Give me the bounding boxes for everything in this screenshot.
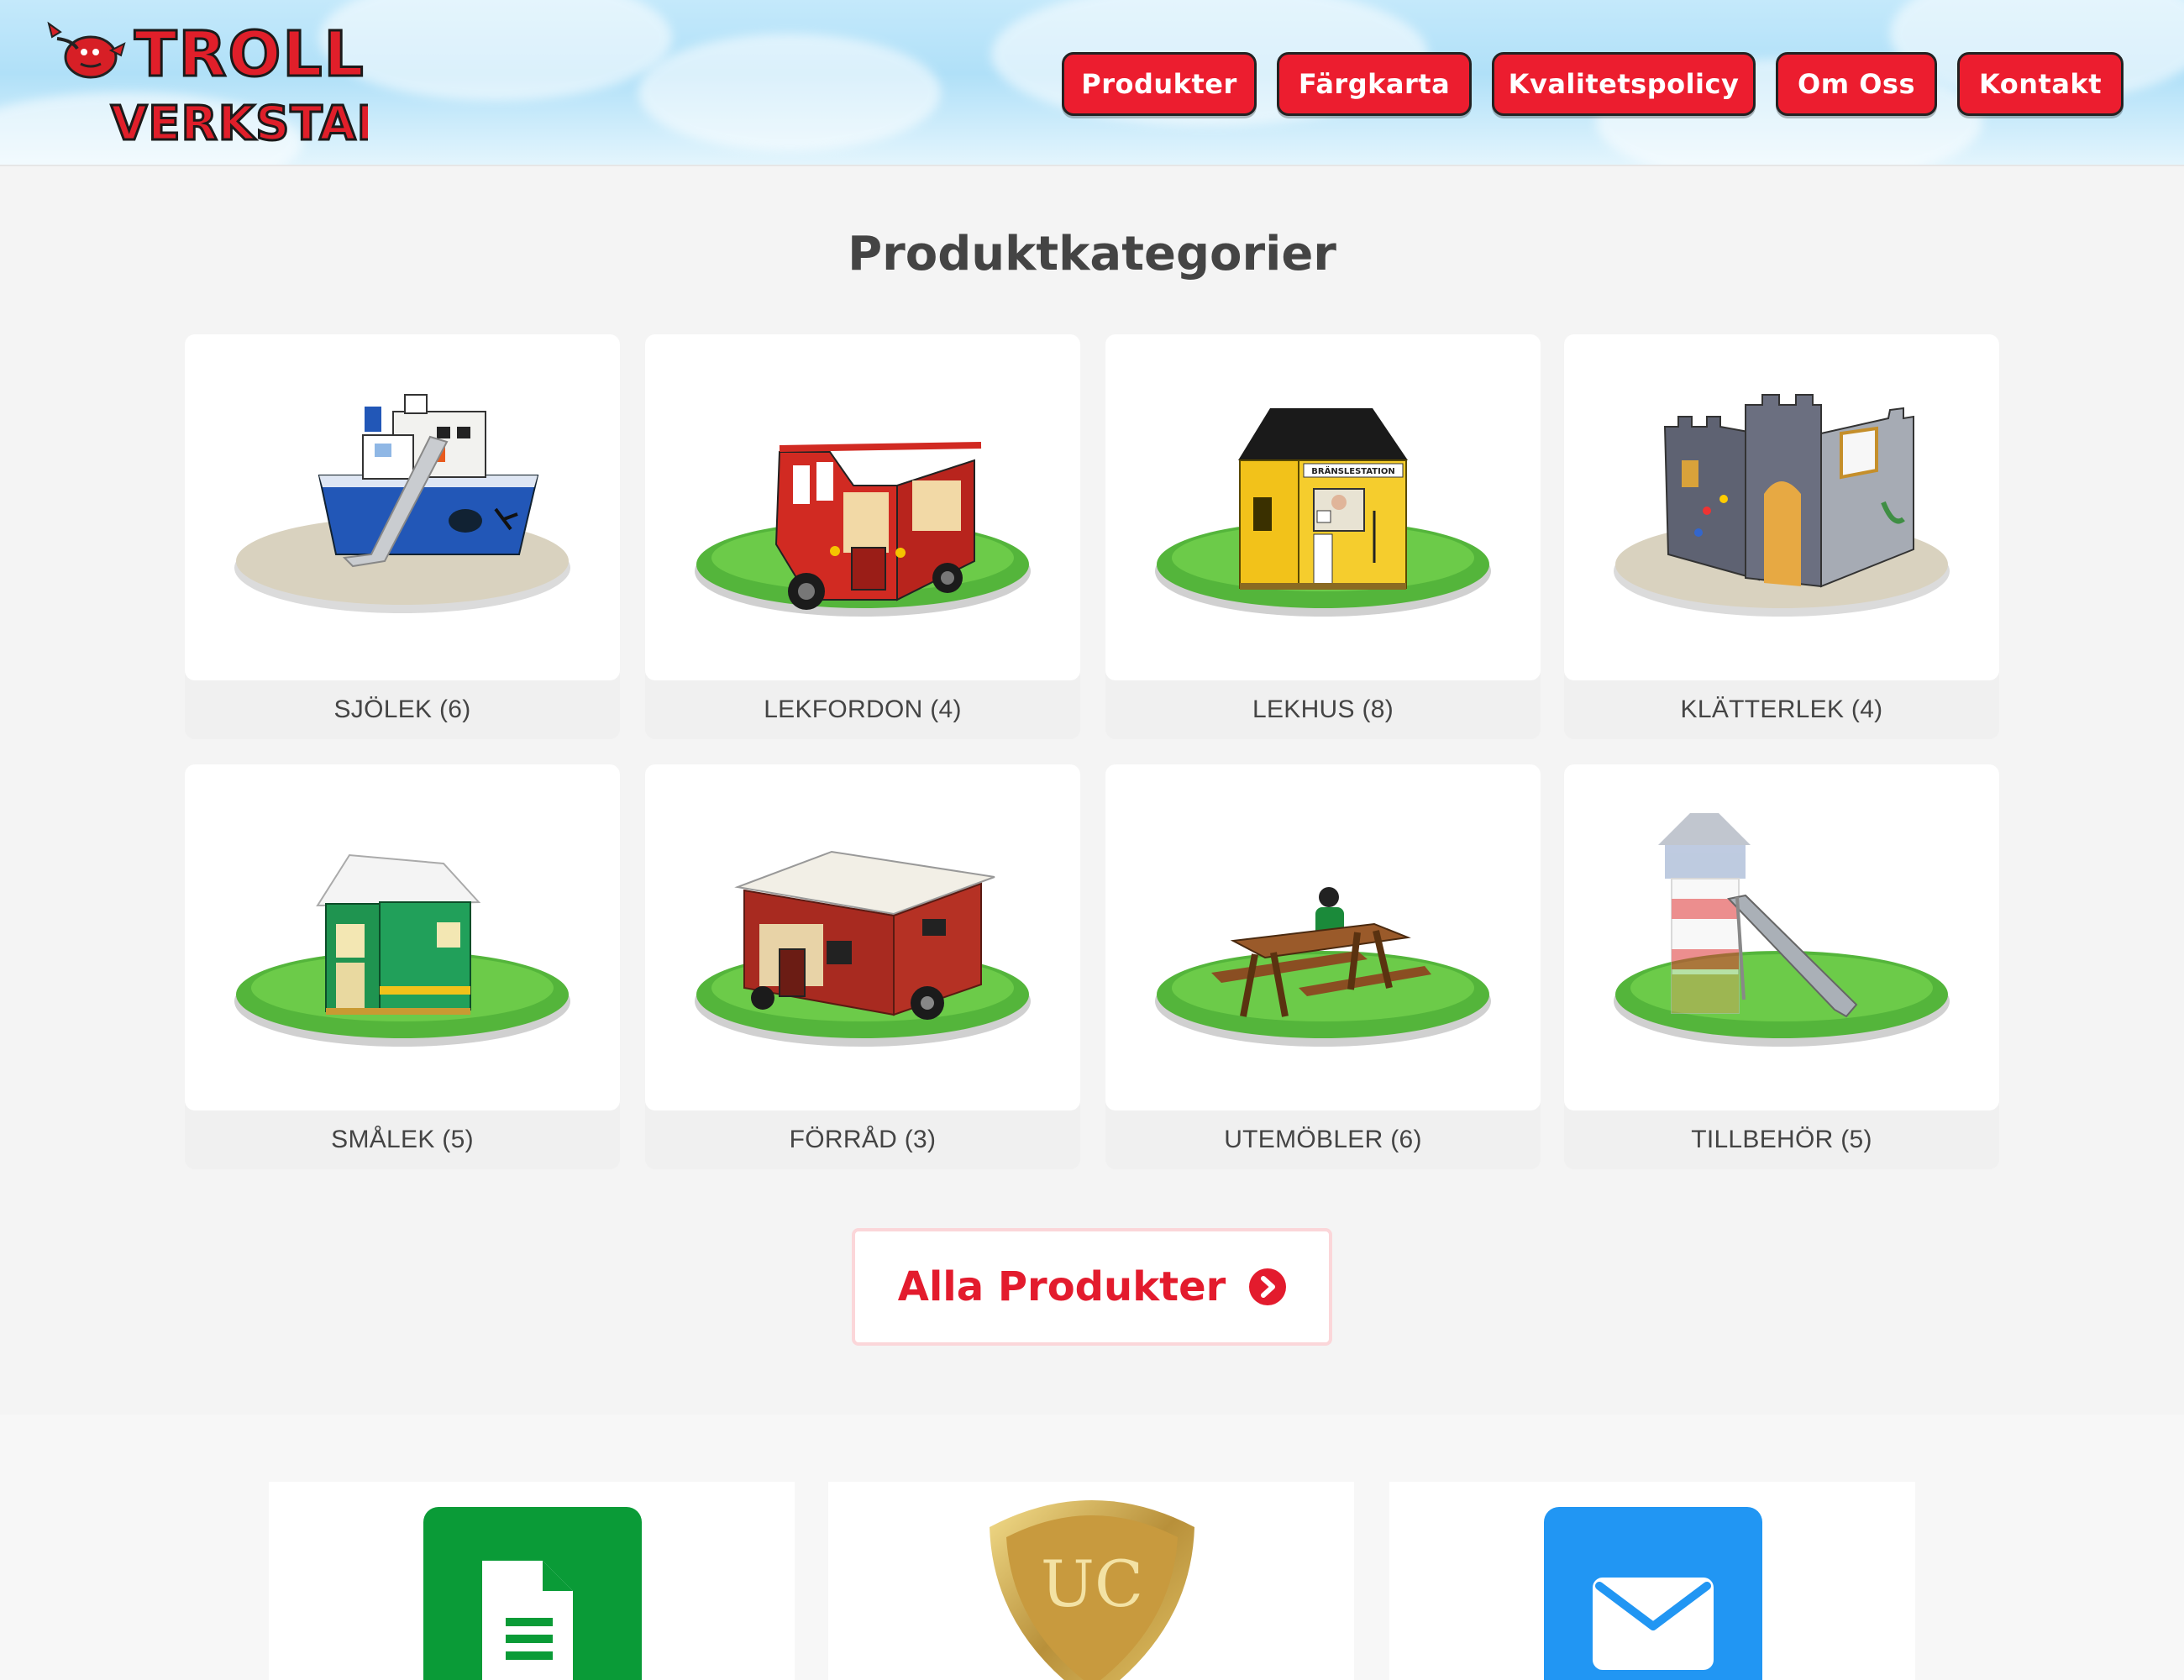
nav-om-oss[interactable]: Om Oss	[1776, 52, 1937, 116]
category-image	[185, 764, 620, 1110]
uc-badge-icon: UC	[990, 1500, 1194, 1680]
category-card-forrad[interactable]: FÖRRÅD (3)	[645, 764, 1080, 1169]
nav-fargkarta[interactable]: Färgkarta	[1277, 52, 1472, 116]
category-image	[185, 334, 620, 680]
category-image	[1105, 764, 1541, 1110]
logo-wordmark-top: TROLL	[134, 18, 365, 91]
site-header: TROLL VERKSTAN Produkter Färgkarta Kvali…	[0, 0, 2184, 166]
bransle-sign-text: BRÄNSLESTATION	[1311, 465, 1394, 476]
mail-icon	[1544, 1507, 1762, 1680]
category-image: BRÄNSLESTATION	[1105, 334, 1541, 680]
category-card-sjolek[interactable]: SJÖLEK (6)	[185, 334, 620, 739]
category-image	[1564, 334, 1999, 680]
feature-card-uc[interactable]: UC	[828, 1482, 1354, 1680]
category-card-lekfordon[interactable]: LEKFORDON (4)	[645, 334, 1080, 739]
page-title: Produktkategorier	[848, 227, 1336, 281]
category-card-tillbehor[interactable]: TILLBEHÖR (5)	[1564, 764, 1999, 1169]
category-card-utemobler[interactable]: UTEMÖBLER (6)	[1105, 764, 1541, 1169]
all-products-button[interactable]: Alla Produkter	[852, 1228, 1332, 1346]
nav-kontakt[interactable]: Kontakt	[1957, 52, 2124, 116]
category-label: LEKFORDON (4)	[764, 696, 962, 723]
arrow-right-circle-icon	[1249, 1268, 1287, 1305]
uc-badge-text: UC	[1041, 1546, 1143, 1621]
category-label: SJÖLEK (6)	[333, 696, 471, 723]
site-logo[interactable]: TROLL VERKSTAN	[40, 15, 368, 150]
all-products-label: Alla Produkter	[897, 1263, 1226, 1310]
category-label: KLÄTTERLEK (4)	[1680, 696, 1883, 723]
troll-mascot-icon	[47, 21, 126, 79]
category-label: TILLBEHÖR (5)	[1691, 1126, 1872, 1153]
category-label: LEKHUS (8)	[1252, 696, 1394, 723]
category-label: FÖRRÅD (3)	[789, 1126, 937, 1153]
category-image	[645, 764, 1080, 1110]
category-image	[645, 334, 1080, 680]
category-label: SMÅLEK (5)	[331, 1126, 474, 1153]
logo-wordmark-bottom: VERKSTAN	[111, 97, 368, 150]
nav-kvalitetspolicy[interactable]: Kvalitetspolicy	[1492, 52, 1756, 116]
feature-card-document[interactable]	[269, 1482, 795, 1680]
category-card-smalek[interactable]: SMÅLEK (5)	[185, 764, 620, 1169]
category-card-klatterlek[interactable]: KLÄTTERLEK (4)	[1564, 334, 1999, 739]
nav-produkter[interactable]: Produkter	[1062, 52, 1257, 116]
document-icon	[423, 1507, 642, 1680]
category-card-lekhus[interactable]: BRÄNSLESTATION LEKHUS (8)	[1105, 334, 1541, 739]
category-label: UTEMÖBLER (6)	[1224, 1126, 1422, 1153]
category-image	[1564, 764, 1999, 1110]
feature-card-contact[interactable]	[1389, 1482, 1915, 1680]
